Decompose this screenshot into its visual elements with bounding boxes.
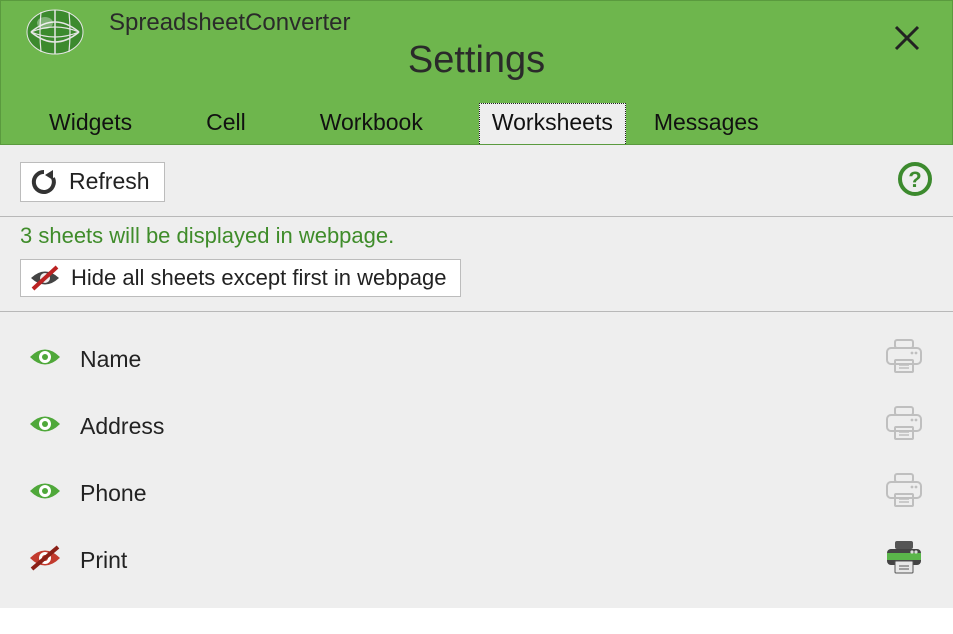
- sheet-row: Name: [20, 326, 933, 393]
- printer-on-icon: [883, 539, 925, 577]
- refresh-button[interactable]: Refresh: [20, 162, 165, 202]
- printer-off-icon: [883, 338, 925, 376]
- refresh-label: Refresh: [69, 168, 150, 195]
- visibility-toggle[interactable]: [28, 545, 80, 576]
- printer-off-icon: [883, 472, 925, 510]
- sheet-list: Name Address: [0, 312, 953, 608]
- print-toggle[interactable]: [883, 472, 925, 515]
- visibility-toggle[interactable]: [28, 411, 80, 442]
- sheet-name: Phone: [80, 480, 147, 507]
- close-icon: [892, 23, 922, 53]
- eye-slash-icon: [29, 265, 61, 291]
- page-title: Settings: [408, 39, 545, 82]
- tab-widgets[interactable]: Widgets: [31, 103, 150, 144]
- sheet-name: Address: [80, 413, 164, 440]
- hide-all-label: Hide all sheets except first in webpage: [71, 265, 446, 291]
- print-toggle[interactable]: [883, 405, 925, 448]
- toolbar: Refresh ?: [0, 145, 953, 217]
- visibility-toggle[interactable]: [28, 344, 80, 375]
- refresh-icon: [29, 167, 59, 197]
- tab-messages[interactable]: Messages: [636, 103, 777, 144]
- printer-off-icon: [883, 405, 925, 443]
- tab-worksheets[interactable]: Worksheets: [479, 103, 626, 144]
- tab-cell[interactable]: Cell: [188, 103, 264, 144]
- eye-visible-icon: [28, 411, 62, 437]
- app-title: SpreadsheetConverter: [109, 9, 350, 37]
- eye-visible-icon: [28, 344, 62, 370]
- status-text: 3 sheets will be displayed in webpage.: [0, 217, 953, 253]
- svg-text:?: ?: [908, 167, 921, 192]
- eye-hidden-icon: [28, 545, 62, 571]
- print-toggle[interactable]: [883, 338, 925, 381]
- sheet-row: Phone: [20, 460, 933, 527]
- tabs: Widgets Cell Workbook Worksheets Message…: [1, 102, 815, 144]
- eye-visible-icon: [28, 478, 62, 504]
- help-button[interactable]: ?: [897, 161, 933, 202]
- sheet-name: Print: [80, 547, 127, 574]
- help-icon: ?: [897, 161, 933, 197]
- close-button[interactable]: [892, 23, 922, 58]
- visibility-toggle[interactable]: [28, 478, 80, 509]
- sheet-row: Address: [20, 393, 933, 460]
- sheet-name: Name: [80, 346, 141, 373]
- hide-all-button[interactable]: Hide all sheets except first in webpage: [20, 259, 461, 297]
- hide-section: Hide all sheets except first in webpage: [0, 253, 953, 312]
- app-logo-icon: [21, 7, 89, 62]
- print-toggle[interactable]: [883, 539, 925, 582]
- sheet-row: Print: [20, 527, 933, 594]
- tab-workbook[interactable]: Workbook: [302, 103, 441, 144]
- header: SpreadsheetConverter Settings Widgets Ce…: [0, 0, 953, 145]
